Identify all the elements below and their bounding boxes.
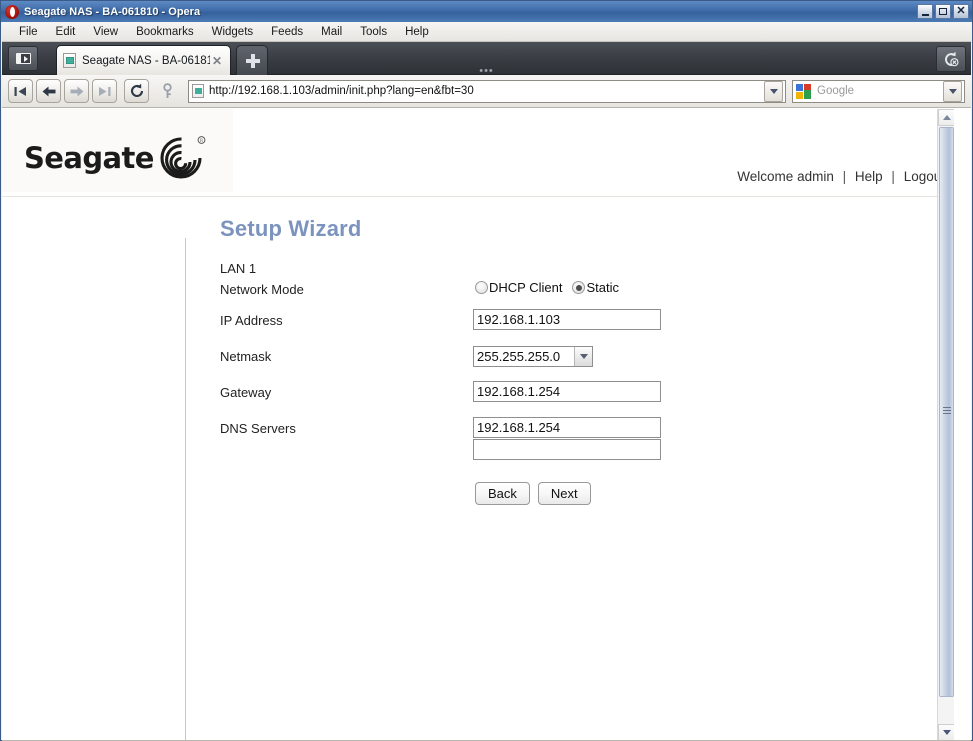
back-arrow-icon[interactable] (36, 79, 61, 103)
title-bar: Seagate NAS - BA-061810 - Opera ✕ (1, 1, 972, 22)
menu-item-file[interactable]: File (10, 24, 47, 40)
web-page: Seagate R Welcome admin | Help | Logout … (2, 109, 954, 740)
back-button[interactable]: Back (475, 482, 530, 505)
content-divider (185, 238, 186, 740)
radio-static-label[interactable]: Static (586, 280, 619, 295)
svg-text:R: R (200, 138, 203, 144)
menu-item-help[interactable]: Help (396, 24, 438, 40)
scroll-thumb[interactable] (939, 127, 954, 697)
window-title: Seagate NAS - BA-061810 - Opera (24, 5, 201, 18)
navigation-toolbar: http://192.168.1.103/admin/init.php?lang… (2, 75, 971, 108)
network-mode-label: Network Mode (220, 282, 304, 297)
page-scrollbar[interactable] (937, 109, 954, 740)
links-separator-2: | (891, 169, 895, 184)
radio-static[interactable] (572, 281, 586, 294)
seagate-swirl-logo: R (156, 133, 208, 183)
chevron-down-icon[interactable] (574, 347, 592, 366)
lan-section-label: LAN 1 (220, 261, 257, 276)
menu-item-edit[interactable]: Edit (47, 24, 85, 40)
tab-overflow-handle[interactable]: ••• (2, 66, 971, 77)
menu-item-tools[interactable]: Tools (351, 24, 396, 40)
closed-tabs-icon[interactable] (936, 46, 966, 72)
tab-label: Seagate NAS - BA-061810 (82, 54, 210, 67)
next-button[interactable]: Next (537, 482, 591, 505)
header-divider (2, 196, 954, 197)
search-placeholder: Google (817, 85, 855, 97)
gateway-label: Gateway (220, 385, 272, 400)
forward-arrow-icon[interactable] (64, 79, 89, 103)
menu-item-mail[interactable]: Mail (312, 24, 351, 40)
scroll-down-icon[interactable] (938, 724, 954, 740)
radio-dhcp-client[interactable] (475, 281, 488, 294)
close-button[interactable]: ✕ (953, 4, 969, 19)
welcome-text: Welcome admin (737, 169, 834, 184)
last-page-icon[interactable] (92, 79, 117, 103)
page-title: Setup Wizard (220, 216, 362, 241)
header-links: Welcome admin | Help | Logout (737, 169, 945, 184)
scroll-up-icon[interactable] (938, 109, 954, 126)
search-bar[interactable]: Google (792, 79, 965, 103)
opera-logo-icon (5, 4, 19, 19)
menu-item-widgets[interactable]: Widgets (203, 24, 263, 40)
reload-icon[interactable] (124, 79, 149, 103)
scroll-grip-icon (943, 407, 951, 416)
brand-name: Seagate (24, 140, 154, 175)
window-controls: ✕ (917, 4, 969, 19)
links-separator-1: | (842, 169, 847, 184)
menu-item-view[interactable]: View (84, 24, 127, 40)
netmask-value: 255.255.255.0 (477, 349, 561, 364)
ip-address-input[interactable] (473, 309, 661, 330)
seagate-logo: Seagate R (24, 133, 208, 183)
menu-item-bookmarks[interactable]: Bookmarks (127, 24, 203, 40)
logo-band: Seagate R (2, 109, 233, 192)
search-dropdown-icon[interactable] (943, 80, 962, 102)
first-page-icon[interactable] (8, 79, 33, 103)
menu-bar: File Edit View Bookmarks Widgets Feeds M… (2, 22, 971, 42)
dns-server-2-input[interactable] (473, 439, 661, 460)
wand-icon[interactable] (155, 79, 180, 103)
page-content: Setup Wizard LAN 1 Network Mode DHCP Cli… (2, 198, 954, 740)
google-icon (796, 83, 811, 99)
page-viewport: Seagate R Welcome admin | Help | Logout … (2, 108, 971, 740)
maximize-button[interactable] (935, 4, 951, 19)
dns-servers-label: DNS Servers (220, 421, 296, 436)
dns-server-1-input[interactable] (473, 417, 661, 438)
site-header: Seagate R Welcome admin | Help | Logout (2, 109, 954, 198)
netmask-select[interactable]: 255.255.255.0 (473, 346, 593, 367)
address-value: http://192.168.1.103/admin/init.php?lang… (209, 85, 474, 97)
network-mode-radio-group: DHCP Client Static (475, 280, 629, 295)
gateway-input[interactable] (473, 381, 661, 402)
address-dropdown-icon[interactable] (764, 80, 783, 102)
radio-dhcp-client-label[interactable]: DHCP Client (489, 280, 562, 295)
tab-bar: Seagate NAS - BA-061810 ✕ ••• (2, 42, 971, 77)
help-link[interactable]: Help (855, 169, 883, 184)
netmask-label: Netmask (220, 349, 272, 364)
page-icon (63, 53, 76, 68)
menu-item-feeds[interactable]: Feeds (262, 24, 312, 40)
page-icon (192, 84, 204, 98)
browser-window: Seagate NAS - BA-061810 - Opera ✕ File E… (0, 0, 973, 741)
ip-address-label: IP Address (220, 313, 283, 328)
address-bar[interactable]: http://192.168.1.103/admin/init.php?lang… (188, 79, 786, 103)
close-icon[interactable]: ✕ (210, 54, 224, 68)
minimize-button[interactable] (917, 4, 933, 19)
